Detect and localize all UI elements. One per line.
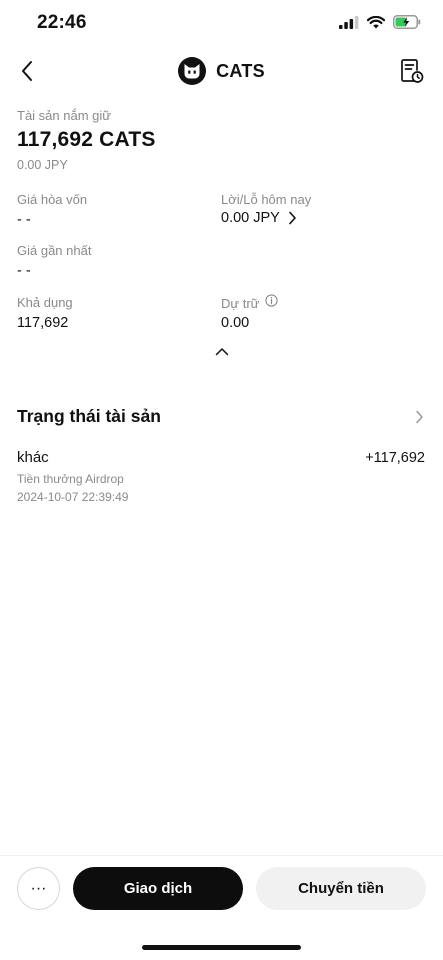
reserve-value: 0.00 bbox=[221, 315, 250, 331]
transaction-time: 2024-10-07 22:39:49 bbox=[17, 490, 129, 504]
wifi-icon bbox=[366, 15, 386, 34]
chevron-right-icon bbox=[289, 211, 296, 225]
available-value: 117,692 bbox=[17, 315, 69, 331]
asset-detail-screen: 22:46 CATS Tài sản nắm giữ 117,692 CATS … bbox=[0, 0, 443, 960]
asset-status-arrow[interactable] bbox=[411, 407, 427, 427]
pnl-value: 0.00 JPY bbox=[221, 210, 280, 226]
transaction-type: khác bbox=[17, 449, 49, 466]
more-options-button[interactable]: ··· bbox=[17, 867, 60, 910]
document-clock-icon bbox=[401, 59, 424, 83]
cats-logo-icon bbox=[178, 57, 207, 85]
reserve-label-row: Dự trữ bbox=[221, 294, 279, 312]
status-time: 22:46 bbox=[37, 12, 87, 33]
breakeven-label: Giá hòa vốn bbox=[17, 192, 88, 207]
transfer-button[interactable]: Chuyển tiền bbox=[256, 867, 426, 910]
breakeven-value: - - bbox=[17, 212, 31, 228]
available-label: Khả dụng bbox=[17, 295, 73, 310]
asset-status-title[interactable]: Trạng thái tài sản bbox=[17, 406, 161, 427]
history-button[interactable] bbox=[397, 56, 427, 86]
info-icon[interactable] bbox=[265, 294, 279, 312]
header-title-group: CATS bbox=[0, 57, 443, 85]
holdings-amount: 117,692 CATS bbox=[17, 128, 156, 151]
pnl-label: Lời/Lỗ hôm nay bbox=[221, 192, 312, 207]
holdings-label: Tài sản nắm giữ bbox=[17, 108, 111, 123]
pnl-today-link[interactable]: 0.00 JPY bbox=[221, 210, 297, 226]
last-price-value: - - bbox=[17, 263, 31, 279]
transaction-amount: +117,692 bbox=[365, 450, 425, 466]
chevron-right-icon bbox=[415, 410, 423, 424]
holdings-fiat-value: 0.00 JPY bbox=[17, 158, 68, 172]
home-indicator bbox=[142, 945, 301, 950]
battery-charging-icon bbox=[393, 15, 421, 34]
last-price-label: Giá gần nhất bbox=[17, 243, 92, 258]
signal-icon bbox=[339, 15, 359, 34]
transaction-description: Tiền thưởng Airdrop bbox=[17, 472, 124, 486]
status-icons bbox=[339, 15, 421, 34]
chevron-up-icon bbox=[215, 347, 229, 355]
trade-button[interactable]: Giao dịch bbox=[73, 867, 243, 910]
reserve-label: Dự trữ bbox=[221, 295, 260, 311]
page-title: CATS bbox=[216, 60, 265, 81]
collapse-button[interactable] bbox=[211, 343, 233, 359]
